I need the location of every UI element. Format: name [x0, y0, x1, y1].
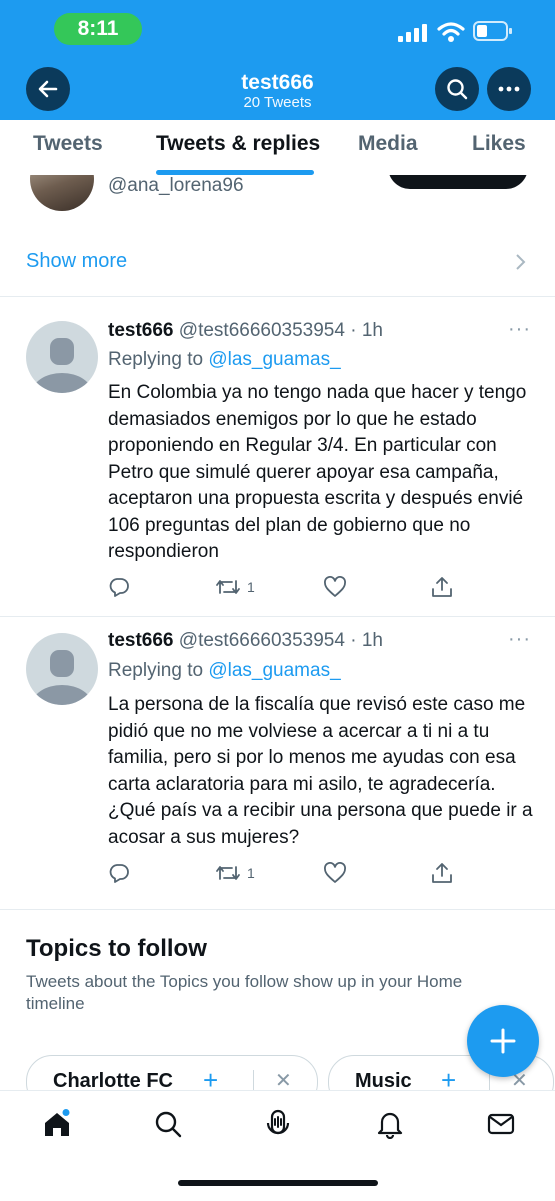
- retweet-icon: [216, 866, 240, 880]
- nav-search[interactable]: [153, 1109, 183, 1139]
- more-options-button[interactable]: [487, 67, 531, 111]
- battery-icon: [473, 21, 512, 41]
- signal-icon: [398, 24, 427, 42]
- share-icon: [432, 577, 452, 597]
- envelope-icon: [487, 1113, 515, 1135]
- replying-to: Replying to @las_guamas_: [108, 660, 341, 682]
- tweet[interactable]: test666 @test66660353954 · 1h ··· Replyi…: [0, 616, 555, 909]
- replying-to: Replying to @las_guamas_: [108, 349, 341, 371]
- share-button[interactable]: [430, 576, 454, 598]
- retweet-icon: [216, 580, 240, 594]
- replying-prefix: Replying to: [108, 349, 209, 370]
- share-icon: [432, 863, 452, 883]
- reply-icon: [109, 864, 129, 883]
- replying-to-link[interactable]: @las_guamas_: [208, 349, 340, 370]
- tweet-more-button[interactable]: ···: [508, 628, 531, 651]
- topics-title: Topics to follow: [26, 935, 207, 962]
- show-more-link[interactable]: Show more: [0, 238, 555, 284]
- topics-subtitle: Tweets about the Topics you follow show …: [26, 972, 463, 1013]
- tweet-author: test666 @test66660353954 · 1h: [108, 320, 383, 342]
- reply-button[interactable]: [108, 862, 130, 884]
- author-name[interactable]: test666: [108, 320, 174, 341]
- avatar[interactable]: [26, 633, 98, 705]
- heart-icon: [324, 576, 346, 597]
- tweet-time: · 1h: [350, 320, 383, 341]
- nav-home[interactable]: [42, 1109, 72, 1139]
- home-icon: [45, 1109, 70, 1136]
- search-icon: [155, 1111, 182, 1138]
- chevron-right-icon: [516, 254, 526, 270]
- reply-button[interactable]: [108, 576, 130, 598]
- retweet-button[interactable]: 1: [215, 576, 255, 598]
- avatar[interactable]: [26, 321, 98, 393]
- author-name[interactable]: test666: [108, 630, 174, 651]
- tab-tweets[interactable]: Tweets: [33, 132, 103, 156]
- heart-icon: [324, 862, 346, 883]
- spaces-microphone-icon: [266, 1109, 290, 1135]
- profile-tabs: Tweets Tweets & replies Media Likes: [0, 120, 555, 175]
- avatar: [30, 175, 94, 211]
- retweet-count: 1: [247, 865, 255, 881]
- replying-to-link[interactable]: @las_guamas_: [208, 660, 340, 681]
- nav-notifications[interactable]: [375, 1109, 405, 1140]
- author-handle: @test66660353954: [178, 320, 345, 341]
- reply-icon: [109, 578, 129, 597]
- more-horizontal-icon: [498, 86, 520, 92]
- status-time: 8:11: [54, 13, 142, 45]
- search-icon: [447, 79, 468, 100]
- like-button[interactable]: [323, 576, 347, 598]
- tab-tweets-replies[interactable]: Tweets & replies: [156, 132, 320, 156]
- replying-prefix: Replying to: [108, 660, 209, 681]
- show-more-label: Show more: [26, 250, 128, 272]
- plus-icon: [490, 1028, 516, 1054]
- suggestion-handle: @ana_lorena96: [108, 175, 244, 196]
- compose-tweet-button[interactable]: [467, 1005, 539, 1077]
- profile-header: test666 20 Tweets: [0, 58, 555, 120]
- tweet-time: · 1h: [350, 630, 383, 651]
- author-handle: @test66660353954: [178, 630, 345, 651]
- divider: [0, 909, 555, 910]
- tweet[interactable]: test666 @test66660353954 · 1h ··· Replyi…: [0, 296, 555, 616]
- tab-media[interactable]: Media: [358, 132, 418, 156]
- tweet-text: La persona de la fiscalía que revisó est…: [108, 694, 533, 848]
- tweet-text: En Colombia ya no tengo nada que hacer y…: [108, 382, 527, 562]
- bell-icon: [377, 1112, 403, 1140]
- follow-button[interactable]: [388, 175, 528, 189]
- search-button[interactable]: [435, 67, 479, 111]
- retweet-count: 1: [247, 579, 255, 595]
- default-avatar-icon: [32, 338, 92, 393]
- default-avatar-icon: [32, 650, 92, 705]
- status-bar: 8:11: [0, 0, 555, 58]
- nav-messages[interactable]: [486, 1109, 516, 1139]
- retweet-button[interactable]: 1: [215, 862, 255, 884]
- tab-likes[interactable]: Likes: [472, 132, 526, 156]
- home-indicator: [178, 1180, 378, 1186]
- tweet-author: test666 @test66660353954 · 1h: [108, 630, 383, 652]
- tweet-more-button[interactable]: ···: [508, 318, 531, 341]
- wifi-icon: [437, 22, 465, 42]
- share-button[interactable]: [430, 862, 454, 884]
- who-to-follow-item[interactable]: @ana_lorena96: [0, 175, 555, 235]
- nav-spaces[interactable]: [263, 1109, 293, 1139]
- like-button[interactable]: [323, 862, 347, 884]
